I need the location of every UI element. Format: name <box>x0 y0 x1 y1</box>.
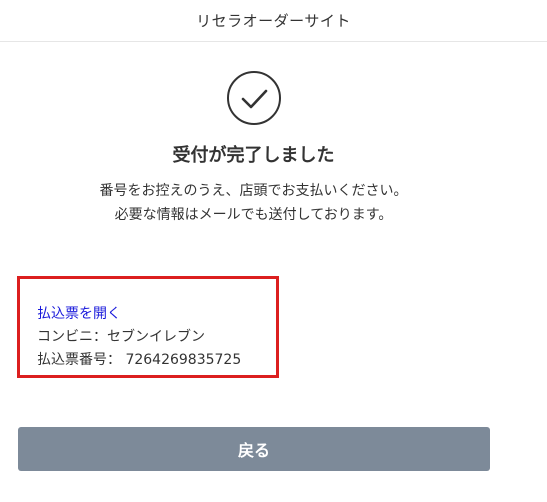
payment-slip-number-value: 7264269835725 <box>125 352 242 368</box>
site-header: リセラオーダーサイト <box>0 0 547 42</box>
payment-slip-number-row: 払込票番号： 7264269835725 <box>37 349 241 369</box>
site-title: リセラオーダーサイト <box>196 12 351 30</box>
convenience-store-label: コンビニ： <box>37 329 107 345</box>
convenience-store-value: セブンイレブン <box>107 329 205 345</box>
instruction-text-line-1: 番号をお控えのうえ、店頭でお支払いください。 <box>99 183 408 199</box>
payment-info-box: 払込票を開く コンビニ：セブンイレブン 払込票番号： 7264269835725 <box>17 276 279 378</box>
open-payment-slip-link[interactable]: 払込票を開く <box>37 303 121 323</box>
payment-slip-number-label: 払込票番号： <box>37 352 121 368</box>
convenience-store-row: コンビニ：セブンイレブン <box>37 326 205 346</box>
completion-heading: 受付が完了しました <box>172 145 335 166</box>
check-circle-icon <box>227 71 281 125</box>
instruction-text-line-2: 必要な情報はメールでも送付しております。 <box>114 207 393 223</box>
back-button[interactable]: 戻る <box>18 427 490 471</box>
